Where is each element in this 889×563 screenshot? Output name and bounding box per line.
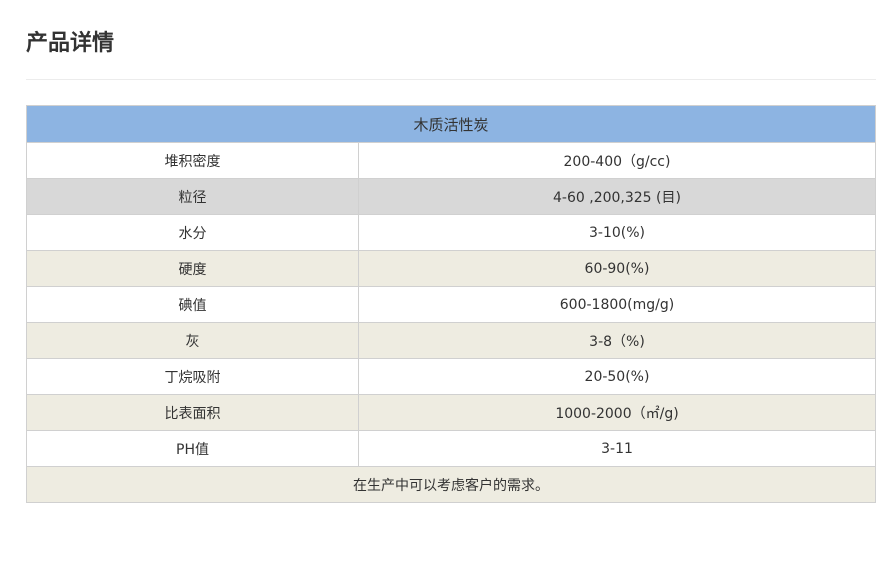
spec-value: 60-90(%) (358, 250, 876, 287)
table-body: 堆积密度 200-400（g/cc) 粒径 4-60 ,200,325 (目) 水分 3-… (26, 142, 876, 467)
table-row: PH值 3-11 (26, 430, 876, 467)
spec-value: 200-400（g/cc) (358, 142, 876, 179)
spec-value: 20-50(%) (358, 358, 876, 395)
spec-value: 600-1800(mg/g) (358, 286, 876, 323)
table-row: 碘值 600-1800(mg/g) (26, 286, 876, 323)
table-row: 粒径 4-60 ,200,325 (目) (26, 178, 876, 215)
table-row: 堆积密度 200-400（g/cc) (26, 142, 876, 179)
table-row: 硬度 60-90(%) (26, 250, 876, 287)
spec-label: 灰 (26, 322, 359, 359)
table-row: 灰 3-8（%) (26, 322, 876, 359)
page-title: 产品详情 (26, 31, 115, 56)
spec-label: 堆积密度 (26, 142, 359, 179)
table-row: 水分 3-10(%) (26, 214, 876, 251)
spec-label: PH值 (26, 430, 359, 467)
table-header-row: 木质活性炭 (26, 105, 876, 143)
table-header: 木质活性炭 (26, 105, 876, 143)
spec-value: 3-11 (358, 430, 876, 467)
spec-label: 比表面积 (26, 394, 359, 431)
table-row: 丁烷吸附 20-50(%) (26, 358, 876, 395)
spec-value: 1000-2000（㎡/g) (358, 394, 876, 431)
spec-label: 水分 (26, 214, 359, 251)
spec-value: 3-8（%) (358, 322, 876, 359)
spec-label: 丁烷吸附 (26, 358, 359, 395)
table-footer-row: 在生产中可以考虑客户的需求。 (26, 466, 876, 503)
table-row: 比表面积 1000-2000（㎡/g) (26, 394, 876, 431)
spec-value: 4-60 ,200,325 (目) (358, 178, 876, 215)
spec-label: 硬度 (26, 250, 359, 287)
spec-table: 木质活性炭 堆积密度 200-400（g/cc) 粒径 4-60 ,200,325 (… (26, 105, 876, 503)
spec-value: 3-10(%) (358, 214, 876, 251)
table-footer: 在生产中可以考虑客户的需求。 (26, 466, 876, 503)
spec-label: 碘值 (26, 286, 359, 323)
spec-label: 粒径 (26, 178, 359, 215)
title-divider (26, 79, 876, 80)
